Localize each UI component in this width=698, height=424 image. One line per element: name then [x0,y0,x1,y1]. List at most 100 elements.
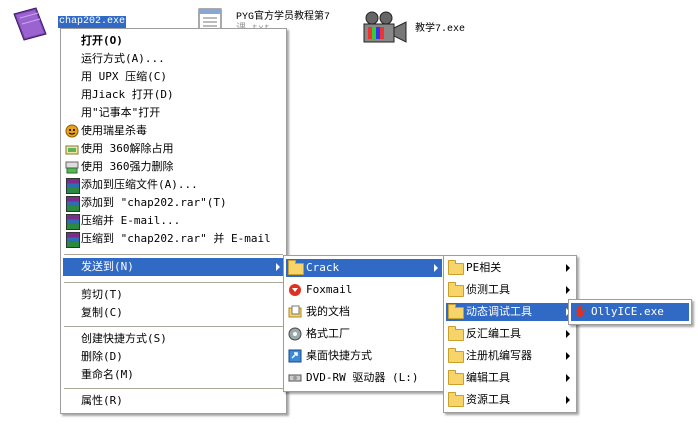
crack-disassembler-tools[interactable]: 反汇编工具 [446,325,574,343]
menu-open-label: 打开(O) [81,34,123,47]
debug-ollyice[interactable]: OllyICE.exe [571,303,689,321]
crack-detect-tools[interactable]: 侦测工具 [446,281,574,299]
submenu-arrow-icon [566,396,570,404]
crack-resource-tools[interactable]: 资源工具 [446,391,574,409]
crack-pe-related[interactable]: PE相关 [446,259,574,277]
winrar-icon [66,196,80,212]
menu-add-to-archive-label: 添加到压缩文件(A)... [81,178,198,191]
sendto-crack-label: Crack [306,261,340,274]
crack-edit-tools-label: 编辑工具 [466,371,510,384]
menu-cut[interactable]: 剪切(T) [63,286,284,304]
video-camera-icon[interactable] [362,10,410,46]
crack-submenu: PE相关 侦测工具 动态调试工具 反汇编工具 注册机编写器 编辑工具 资源工具 [443,255,577,413]
menu-rising-scan[interactable]: 使用瑞星杀毒 [63,122,284,140]
menu-360-unlock-label: 使用 360解除占用 [81,142,174,155]
menu-run-as[interactable]: 运行方式(A)... [63,50,284,68]
crack-pe-related-label: PE相关 [466,261,502,274]
menu-add-to-rar[interactable]: 添加到 "chap202.rar"(T) [63,194,284,212]
winrar-icon [66,178,80,194]
menu-separator [64,388,283,389]
sendto-foxmail[interactable]: Foxmail [286,281,442,299]
chap202-exe-icon[interactable] [8,6,52,42]
folder-icon [448,282,464,297]
rising-lion-icon [65,124,79,138]
my-documents-icon [288,305,302,319]
submenu-arrow-icon [566,264,570,272]
folder-icon [448,304,464,319]
menu-open-notepad-label: 用"记事本"打开 [81,106,161,119]
sendto-desktop-shortcut[interactable]: 桌面快捷方式 [286,347,442,365]
menu-copy-label: 复制(C) [81,306,123,319]
menu-add-to-archive[interactable]: 添加到压缩文件(A)... [63,176,284,194]
foxmail-icon [288,283,302,297]
menu-add-to-rar-label: 添加到 "chap202.rar"(T) [81,196,227,209]
menu-separator [64,326,283,327]
menu-send-to-label: 发送到(N) [81,260,134,273]
desktop-shortcut-icon [288,349,302,363]
sendto-dvd-drive-label: DVD-RW 驱动器 (L:) [306,371,419,384]
submenu-arrow-icon [566,374,570,382]
menu-compress-email-label: 压缩并 E-mail... [81,214,181,227]
sendto-my-documents[interactable]: 我的文档 [286,303,442,321]
menu-rename[interactable]: 重命名(M) [63,366,284,384]
menu-open-jiack-label: 用Jiack 打开(D) [81,88,174,101]
winrar-icon [66,232,80,248]
folder-icon [448,392,464,407]
sendto-crack[interactable]: Crack [286,259,442,277]
menu-copy[interactable]: 复制(C) [63,304,284,322]
folder-icon [448,370,464,385]
menu-open[interactable]: 打开(O) [63,32,284,50]
menu-rising-scan-label: 使用瑞星杀毒 [81,124,147,137]
folder-icon [288,260,304,275]
submenu-arrow-icon [566,286,570,294]
menu-send-to[interactable]: 发送到(N) [63,258,284,276]
crack-disassembler-tools-label: 反汇编工具 [466,327,521,340]
teaching7-exe-label[interactable]: 教学7.exe [415,24,465,36]
sendto-format-factory-label: 格式工厂 [306,327,350,340]
sendto-desktop-shortcut-label: 桌面快捷方式 [306,349,372,362]
crack-resource-tools-label: 资源工具 [466,393,510,406]
shredder-360-icon [65,160,79,174]
menu-separator [64,254,283,255]
menu-upx-compress-label: 用 UPX 压缩(C) [81,70,167,83]
winrar-icon [66,214,80,230]
debug-tools-submenu: OllyICE.exe [568,299,692,325]
menu-create-shortcut-label: 创建快捷方式(S) [81,332,167,345]
submenu-arrow-icon [276,263,280,271]
crack-keygen-writer[interactable]: 注册机编写器 [446,347,574,365]
menu-separator [64,282,283,283]
menu-open-notepad[interactable]: 用"记事本"打开 [63,104,284,122]
debug-ollyice-label: OllyICE.exe [591,305,664,318]
menu-rename-label: 重命名(M) [81,368,134,381]
menu-compress-rar-email-label: 压缩到 "chap202.rar" 并 E-mail [81,232,271,245]
menu-cut-label: 剪切(T) [81,288,123,301]
menu-360-force-delete[interactable]: 使用 360强力删除 [63,158,284,176]
folder-icon [448,348,464,363]
folder-icon [448,260,464,275]
menu-delete[interactable]: 删除(D) [63,348,284,366]
crack-detect-tools-label: 侦测工具 [466,283,510,296]
menu-delete-label: 删除(D) [81,350,123,363]
unlock-360-icon [65,142,79,156]
menu-compress-email[interactable]: 压缩并 E-mail... [63,212,284,230]
crack-debug-tools[interactable]: 动态调试工具 [446,303,574,321]
context-menu: 打开(O) 运行方式(A)... 用 UPX 压缩(C) 用Jiack 打开(D… [60,28,287,414]
menu-upx-compress[interactable]: 用 UPX 压缩(C) [63,68,284,86]
sendto-dvd-drive[interactable]: DVD-RW 驱动器 (L:) [286,369,442,387]
menu-compress-rar-email[interactable]: 压缩到 "chap202.rar" 并 E-mail [63,230,284,248]
menu-create-shortcut[interactable]: 创建快捷方式(S) [63,330,284,348]
sendto-foxmail-label: Foxmail [306,283,353,296]
chap202-exe-label[interactable]: chap202.exe [58,16,127,28]
submenu-arrow-icon [566,330,570,338]
menu-properties-label: 属性(R) [81,394,123,407]
menu-360-unlock[interactable]: 使用 360解除占用 [63,140,284,158]
ollyice-bug-icon [573,305,587,319]
text-file-label-line1[interactable]: PYG官方学员教程第7 [236,12,330,24]
sendto-my-documents-label: 我的文档 [306,305,350,318]
crack-edit-tools[interactable]: 编辑工具 [446,369,574,387]
menu-360-force-delete-label: 使用 360强力删除 [81,160,174,173]
submenu-arrow-icon [566,352,570,360]
menu-open-jiack[interactable]: 用Jiack 打开(D) [63,86,284,104]
menu-properties[interactable]: 属性(R) [63,392,284,410]
sendto-format-factory[interactable]: 格式工厂 [286,325,442,343]
